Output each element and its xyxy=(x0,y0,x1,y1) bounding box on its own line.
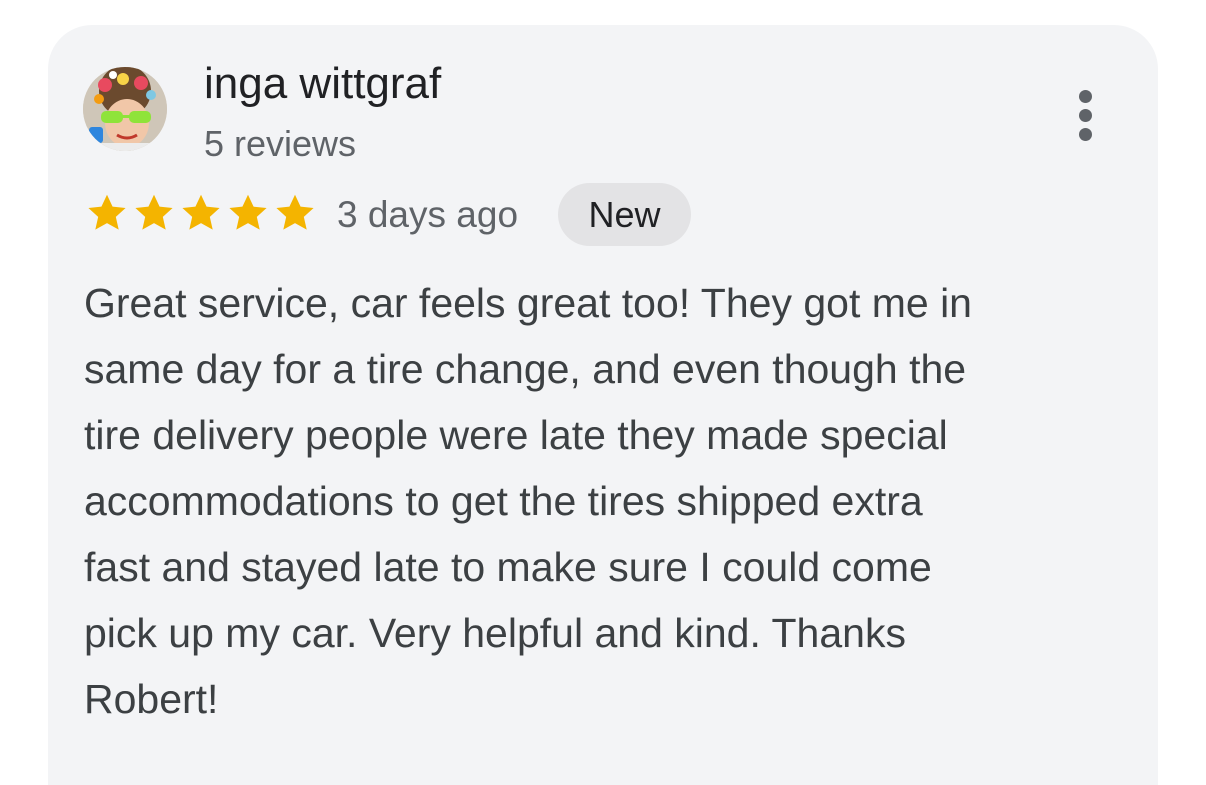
more-vert-icon xyxy=(1079,90,1092,103)
author-avatar[interactable] xyxy=(83,67,167,151)
avatar-photo-icon xyxy=(83,67,167,151)
star-filled-icon xyxy=(135,194,173,230)
more-vert-icon-dot xyxy=(1079,109,1092,122)
new-badge: New xyxy=(558,183,691,246)
author-review-count: 5 reviews xyxy=(204,123,357,164)
star-filled-icon xyxy=(182,194,220,230)
star-filled-icon xyxy=(229,194,267,230)
star-rating xyxy=(84,190,318,236)
author-name[interactable]: inga wittgraf xyxy=(204,58,441,110)
star-filled-icon xyxy=(88,194,126,230)
review-time: 3 days ago xyxy=(337,194,519,235)
more-options-button[interactable] xyxy=(1062,86,1110,146)
more-vert-icon-dot xyxy=(1079,128,1092,141)
review-text: Great service, car feels great too! They… xyxy=(84,280,972,722)
star-filled-icon xyxy=(276,194,314,230)
